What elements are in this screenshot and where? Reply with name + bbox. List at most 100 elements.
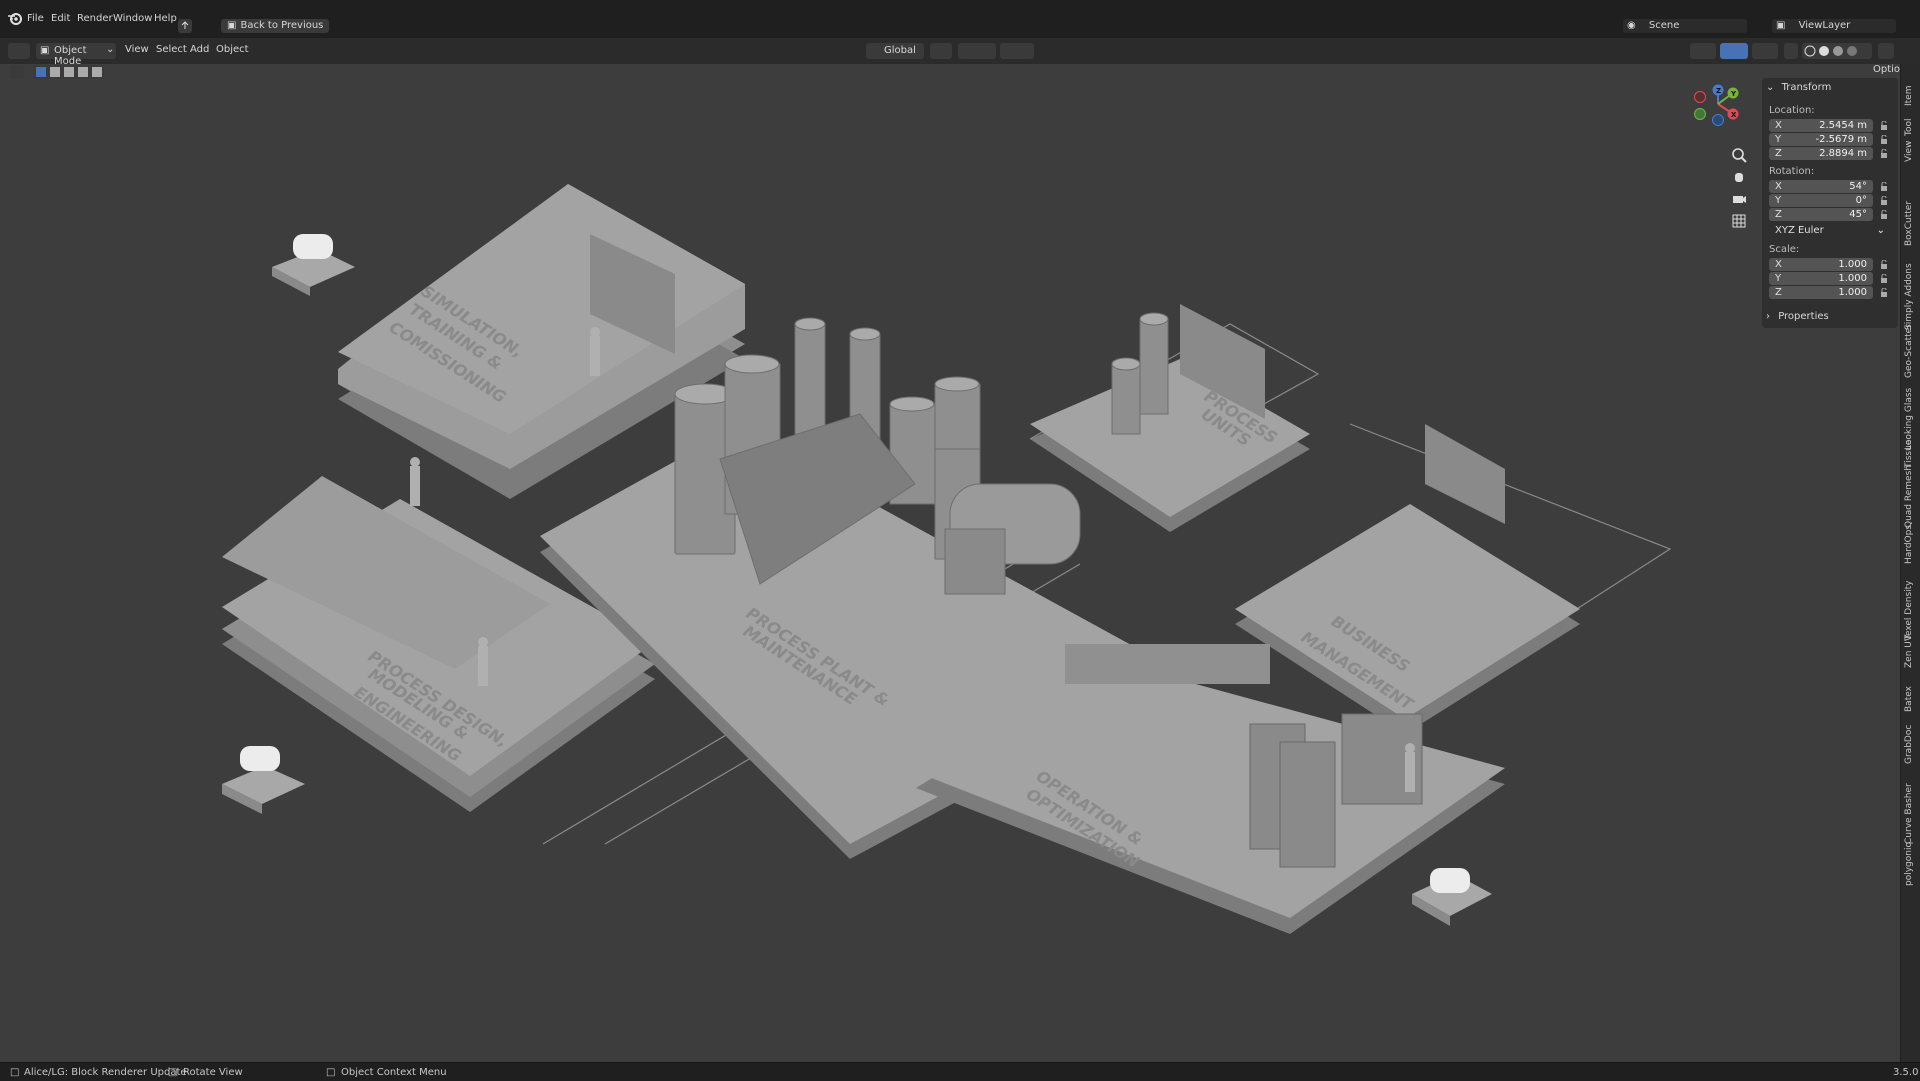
wireframe-shading-icon[interactable] <box>1804 45 1816 57</box>
sidebar-tab-simply-addons[interactable]: Simply Addons <box>1904 263 1914 330</box>
lock-icon[interactable] <box>1880 210 1888 219</box>
location-z-field[interactable]: Z 2.8894 m <box>1769 147 1873 160</box>
navigation-gizmo[interactable]: Z X Y <box>1694 84 1739 126</box>
sidebar-tab-grabdoc[interactable]: GrabDoc <box>1904 725 1914 764</box>
isometric-scene: SIMULATION, TRAINING & COMISSIONING PROC… <box>222 84 1739 934</box>
menu-object[interactable]: Object <box>216 44 249 55</box>
workspace-dropdown[interactable] <box>178 19 192 33</box>
mouse-left-icon: □ <box>10 1067 20 1078</box>
sidebar-tab-curve-basher[interactable]: Curve Basher <box>1904 783 1914 844</box>
visibility-dropdown[interactable] <box>1690 43 1716 59</box>
sidebar-tab-polygoniq[interactable]: polygoniq <box>1904 842 1914 886</box>
pan-hand-icon[interactable] <box>1730 168 1748 186</box>
menu-file[interactable]: File <box>27 13 44 24</box>
rotation-label: Rotation: <box>1769 166 1815 177</box>
menu-edit[interactable]: Edit <box>51 13 70 24</box>
mouse-middle-icon: □ <box>168 1067 178 1078</box>
zoom-icon[interactable] <box>1730 146 1748 164</box>
scale-z-field[interactable]: Z 1.000 <box>1769 286 1873 299</box>
solid-shading-icon[interactable] <box>1819 46 1829 56</box>
active-tool-icon[interactable] <box>10 65 24 79</box>
scene-selector[interactable]: ◉ Scene <box>1623 19 1747 33</box>
view-layer-selector[interactable]: ▣ ViewLayer <box>1772 19 1896 33</box>
gamepad-icon <box>1430 868 1470 893</box>
transform-panel: ⌄ Transform Location: X 2.5454 m Y -2.5679… <box>1762 78 1898 328</box>
mouse-right-icon: □ <box>326 1067 336 1078</box>
blender-logo-icon[interactable] <box>7 10 23 26</box>
sidebar-tab-geo-scatter[interactable]: Geo-Scatter <box>1904 324 1914 378</box>
mode-dropdown[interactable]: ▣ Object Mode ⌄ <box>36 43 116 67</box>
new-selection-icon[interactable] <box>36 67 46 77</box>
lock-icon[interactable] <box>1880 196 1888 205</box>
camera-icon[interactable] <box>1730 190 1748 208</box>
menu-add[interactable]: Add <box>190 44 209 55</box>
view-layer-icon: ▣ <box>1776 20 1789 31</box>
lock-icon[interactable] <box>1880 121 1888 130</box>
sidebar-tab-tissue[interactable]: Tissue <box>1904 440 1914 468</box>
material-shading-icon[interactable] <box>1833 46 1843 56</box>
xray-toggle[interactable] <box>1784 43 1798 59</box>
platform-business[interactable] <box>1235 424 1580 734</box>
scale-y-field[interactable]: Y 1.000 <box>1769 272 1873 285</box>
version-label: 3.5.0 <box>1893 1067 1919 1078</box>
rotation-x-field[interactable]: X 54° <box>1769 180 1873 193</box>
chevron-right-icon: › <box>1766 311 1770 322</box>
sidebar-tab-texel-density[interactable]: Texel Density <box>1904 580 1914 640</box>
scale-x-field[interactable]: X 1.000 <box>1769 258 1873 271</box>
transform-orientation-dropdown[interactable]: Global <box>866 43 924 59</box>
lock-icon[interactable] <box>1880 149 1888 158</box>
scale-label: Scale: <box>1769 244 1800 255</box>
viewport-header: ▣ Object Mode ⌄ View Select Add Object G… <box>0 38 1920 75</box>
shading-mode-buttons[interactable] <box>1802 43 1872 59</box>
rotation-y-field[interactable]: Y 0° <box>1769 194 1873 207</box>
sidebar-tab-tool[interactable]: Tool <box>1904 119 1914 136</box>
menu-select[interactable]: Select <box>156 44 187 55</box>
gizmo-toggle[interactable] <box>1720 43 1748 59</box>
status-left-text: Alice/LG: Block Renderer Update <box>24 1067 187 1078</box>
proportional-edit-toggle[interactable] <box>1000 43 1034 59</box>
sidebar-tab-boxcutter[interactable]: BoxCutter <box>1904 201 1914 246</box>
scene-icon: ◉ <box>1627 20 1639 31</box>
sidebar-tab-quad-remesh[interactable]: Quad Remesh <box>1904 465 1914 528</box>
intersect-selection-icon[interactable] <box>92 67 102 77</box>
sidebar-toggle[interactable] <box>1878 43 1894 59</box>
menu-help[interactable]: Help <box>154 13 177 24</box>
object-mode-icon: ▣ <box>40 45 50 56</box>
subtract-selection-icon[interactable] <box>64 67 74 77</box>
sidebar-tab-item[interactable]: Item <box>1904 86 1914 107</box>
pivot-dropdown[interactable] <box>930 43 952 59</box>
lock-icon[interactable] <box>1880 260 1888 269</box>
chevron-down-icon: ⌄ <box>1876 225 1885 236</box>
lock-icon[interactable] <box>1880 274 1888 283</box>
grid-icon[interactable] <box>1730 212 1748 230</box>
overlay-toggle[interactable] <box>1752 43 1778 59</box>
rotation-z-field[interactable]: Z 45° <box>1769 208 1873 221</box>
rotation-mode-dropdown[interactable]: XYZ Euler ⌄ <box>1769 224 1891 237</box>
menu-view[interactable]: View <box>125 44 149 55</box>
sidebar-tab-hardops[interactable]: HardOps <box>1904 525 1914 564</box>
rendered-shading-icon[interactable] <box>1847 46 1857 56</box>
sidebar-tab-batex[interactable]: Batex <box>1904 686 1914 712</box>
lock-icon[interactable] <box>1880 135 1888 144</box>
transform-panel-header[interactable]: ⌄ Transform <box>1766 82 1831 93</box>
lock-icon[interactable] <box>1880 288 1888 297</box>
properties-panel-header[interactable]: › Properties <box>1766 311 1829 322</box>
gamepad-icon <box>293 234 333 259</box>
upload-icon <box>181 21 189 29</box>
sidebar-tab-zen-uv[interactable]: Zen UV <box>1904 635 1914 668</box>
3d-viewport[interactable]: SIMULATION, TRAINING & COMISSIONING PROC… <box>0 84 1900 1062</box>
sidebar-tab-view[interactable]: View <box>1904 141 1914 162</box>
back-to-previous-button[interactable]: ▣ Back to Previous <box>221 19 330 33</box>
editor-type-dropdown[interactable] <box>8 43 30 59</box>
snap-toggle[interactable] <box>958 43 996 59</box>
lock-icon[interactable] <box>1880 182 1888 191</box>
gamepad-icon <box>240 746 280 771</box>
invert-selection-icon[interactable] <box>78 67 88 77</box>
status-rotate-text: Rotate View <box>183 1067 243 1078</box>
location-x-field[interactable]: X 2.5454 m <box>1769 119 1873 132</box>
location-y-field[interactable]: Y -2.5679 m <box>1769 133 1873 146</box>
extend-selection-icon[interactable] <box>50 67 60 77</box>
selection-mode-buttons[interactable] <box>34 65 104 79</box>
menu-render[interactable]: Render <box>77 13 113 24</box>
menu-window[interactable]: Window <box>113 13 152 24</box>
